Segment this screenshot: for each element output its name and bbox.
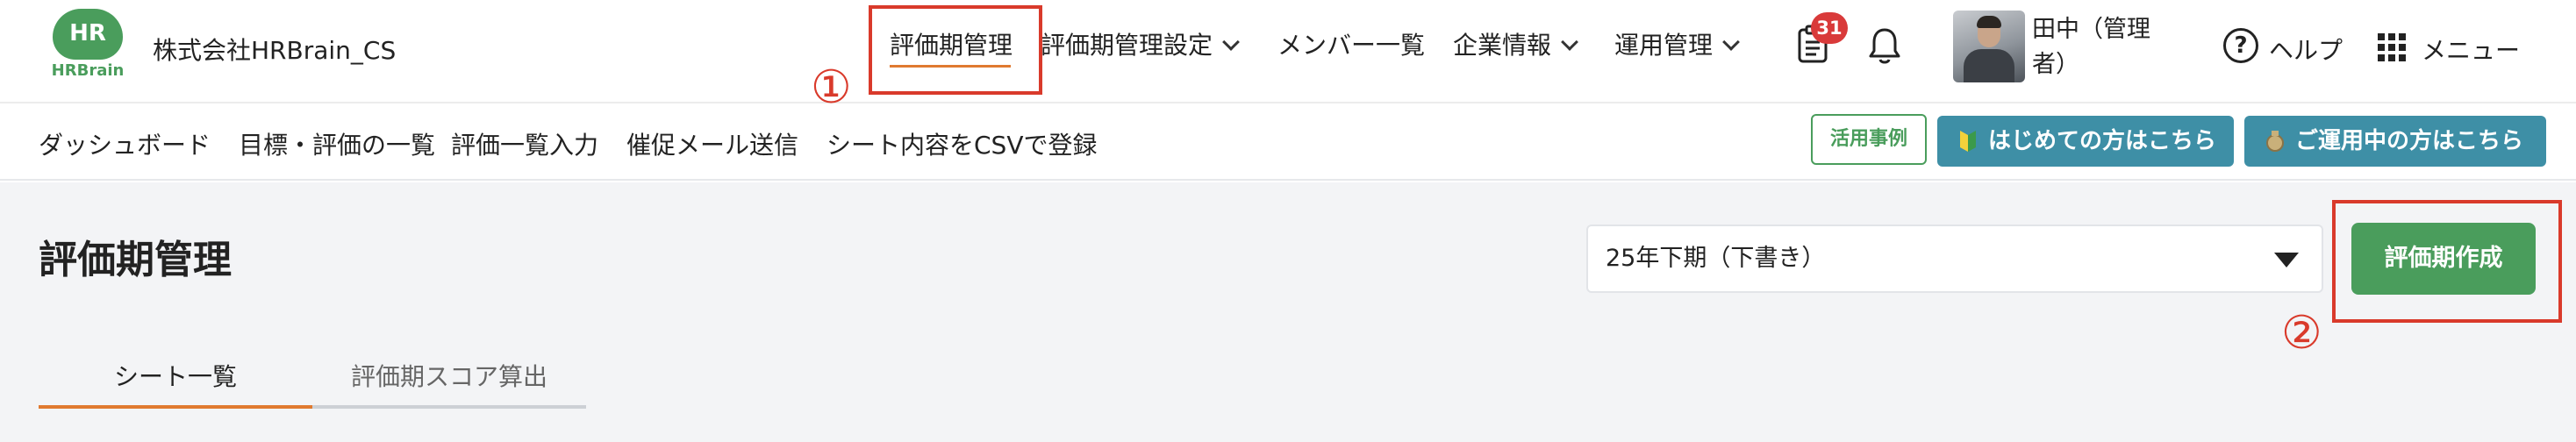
operating-users-label: ご運用中の方はこちら <box>2295 128 2524 154</box>
logo-badge: HR <box>53 9 123 60</box>
evaluation-period-select[interactable]: 25年下期（下書き） <box>1586 225 2323 293</box>
nav-company-info[interactable]: 企業情報 <box>1453 26 1578 61</box>
nav-label: 運用管理 <box>1614 31 1714 60</box>
annotation-box-2 <box>2332 200 2562 323</box>
beginner-guide-button[interactable]: はじめての方はこちら <box>1937 116 2234 167</box>
chevron-down-icon <box>1561 33 1578 51</box>
annotation-box-1 <box>869 5 1042 95</box>
tab-sheet-list[interactable]: シート一覧 <box>39 358 312 409</box>
nav-label: 評価期管理設定 <box>1041 31 1213 60</box>
subnav-reminder-email[interactable]: 催促メール送信 <box>626 126 798 161</box>
beginner-mark-icon <box>1960 131 1976 152</box>
notification-count-badge: 31 <box>1811 12 1848 44</box>
menu-link[interactable]: メニュー <box>2422 32 2520 67</box>
company-name: 株式会社HRBrain_CS <box>153 36 397 65</box>
subnav-bulk-evaluation-input[interactable]: 評価一覧入力 <box>451 126 598 161</box>
period-select-value: 25年下期（下書き） <box>1606 245 1826 272</box>
bell-icon[interactable] <box>1867 26 1902 65</box>
avatar[interactable] <box>1953 11 2025 82</box>
logo-text: HRBrain <box>51 61 125 80</box>
chevron-down-icon <box>1222 33 1240 51</box>
tab-score-calculation[interactable]: 評価期スコア算出 <box>312 358 586 409</box>
annotation-marker-2: ② <box>2281 307 2322 360</box>
sub-navigation: ダッシュボード 目標・評価の一覧 評価一覧入力 催促メール送信 シート内容をCS… <box>0 105 2576 181</box>
top-header: HR HRBrain 株式会社HRBrain_CS 評価期管理 評価期管理設定 … <box>0 0 2576 103</box>
subnav-dashboard[interactable]: ダッシュボード <box>39 126 211 161</box>
nav-label: メンバー一覧 <box>1277 31 1426 60</box>
subnav-csv-import[interactable]: シート内容をCSVで登録 <box>826 126 1097 161</box>
grid-menu-icon[interactable] <box>2378 33 2406 61</box>
dropdown-arrow-icon <box>2274 253 2299 267</box>
help-icon[interactable]: ? <box>2223 28 2258 63</box>
operating-users-button[interactable]: ご運用中の方はこちら <box>2244 116 2546 167</box>
medal-icon <box>2266 131 2284 152</box>
nav-label: 企業情報 <box>1453 31 1552 60</box>
subnav-goals-evaluations[interactable]: 目標・評価の一覧 <box>239 126 435 161</box>
main-content: 評価期管理 25年下期（下書き） 評価期作成 シート一覧 評価期スコア算出 <box>0 182 2576 442</box>
page-title: 評価期管理 <box>39 238 232 282</box>
user-name[interactable]: 田中（管理者） <box>2032 12 2164 82</box>
beginner-guide-label: はじめての方はこちら <box>1988 128 2217 154</box>
help-link[interactable]: ヘルプ <box>2269 32 2343 67</box>
hrbrain-logo[interactable]: HR HRBrain <box>49 9 126 86</box>
nav-member-list[interactable]: メンバー一覧 <box>1277 26 1425 61</box>
chevron-down-icon <box>1722 33 1740 51</box>
nav-evaluation-period-settings[interactable]: 評価期管理設定 <box>1041 26 1240 61</box>
use-cases-button[interactable]: 活用事例 <box>1811 114 1927 165</box>
nav-operations[interactable]: 運用管理 <box>1614 26 1740 61</box>
